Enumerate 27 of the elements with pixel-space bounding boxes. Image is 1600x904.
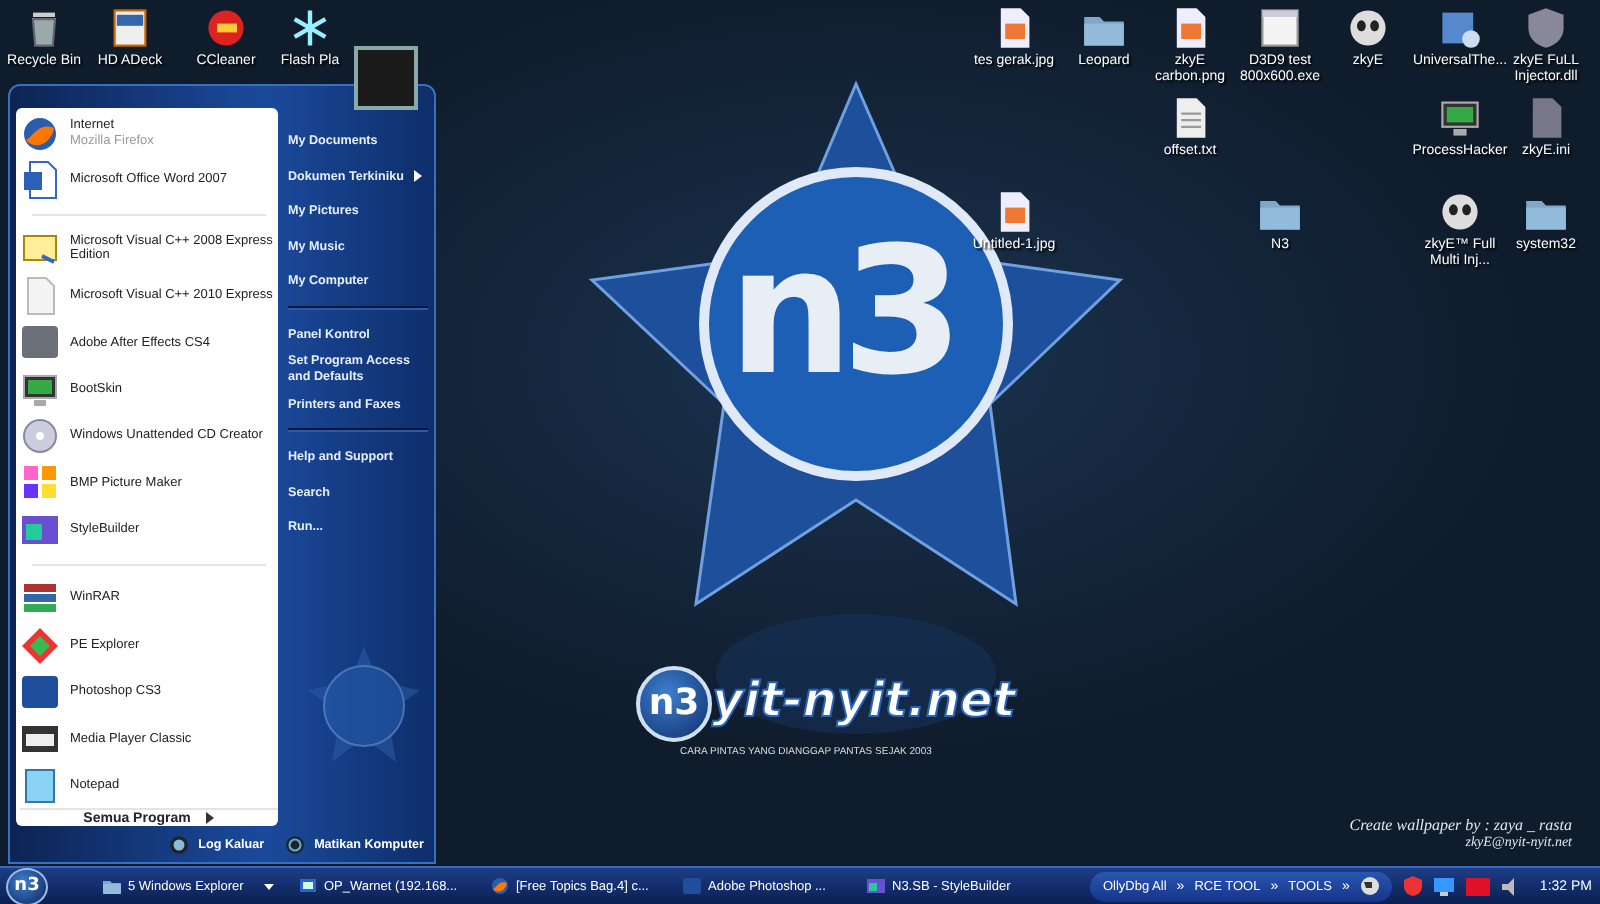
tile-icon xyxy=(20,322,60,363)
globe-icon[interactable] xyxy=(1359,876,1380,896)
diamond-icon xyxy=(20,625,60,666)
notepad-icon xyxy=(20,765,60,806)
globe-icon xyxy=(20,113,60,154)
remote-desktop-icon xyxy=(298,876,318,896)
window-icon xyxy=(866,876,886,896)
tray-logo-icon[interactable] xyxy=(1465,877,1490,895)
blocks-icon xyxy=(20,462,60,503)
user-picture xyxy=(354,46,418,110)
credit-text: Create wallpaper by : zaya _ rasta xyxy=(1349,816,1572,834)
globe-icon xyxy=(490,876,510,896)
logo-text: n3 xyxy=(728,224,952,400)
tile-icon xyxy=(682,876,702,896)
logo-badge: n3 xyxy=(636,666,712,742)
power-icon xyxy=(284,833,307,855)
log-off-icon xyxy=(168,833,191,855)
folder-icon xyxy=(102,876,122,896)
site-name: yit-nyit.net xyxy=(712,672,1016,728)
emblem-drawing xyxy=(308,646,420,766)
monitor-icon[interactable] xyxy=(1433,876,1454,896)
monitor-icon xyxy=(20,369,60,410)
start-button[interactable]: n3 xyxy=(6,867,48,904)
shield-icon[interactable] xyxy=(1403,876,1422,896)
speaker-icon[interactable] xyxy=(1501,877,1520,895)
tile-icon xyxy=(20,671,60,712)
arrow-icon xyxy=(206,812,215,825)
